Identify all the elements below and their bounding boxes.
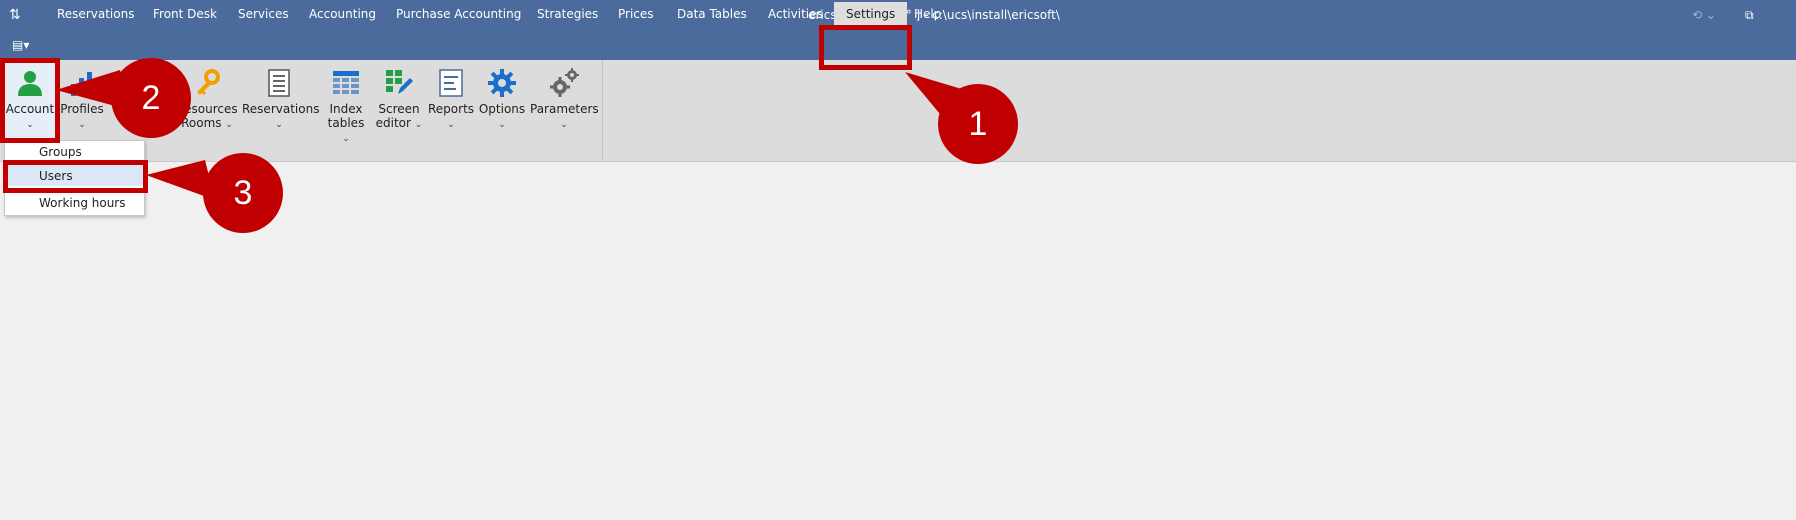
ribbon-divider: [602, 60, 603, 160]
chevron-down-icon: ⌄: [225, 120, 233, 130]
gears-icon: [550, 68, 579, 97]
editor-label: editor: [375, 116, 411, 130]
reservations-label: Reservations: [242, 102, 320, 116]
reports-label: Reports: [428, 102, 475, 116]
chevron-down-icon: ⌄: [342, 134, 350, 144]
profiles-button[interactable]: Profiles ⌄: [58, 60, 106, 132]
screen-label: Screen: [378, 102, 420, 116]
table-icon: [333, 71, 359, 94]
parameters-label: Parameters: [530, 102, 599, 116]
tab-data-tables[interactable]: Data Tables: [677, 5, 747, 28]
options-label: Options: [478, 102, 526, 116]
chevron-down-icon: ⌄: [414, 120, 423, 130]
tab-activities[interactable]: Activities: [768, 5, 823, 28]
tab-accounting[interactable]: Accounting: [309, 5, 376, 28]
tab-front-desk[interactable]: Front Desk: [153, 5, 217, 28]
users-item-outline: [3, 160, 148, 193]
tab-reservations[interactable]: Reservations: [57, 5, 134, 28]
options-button[interactable]: Options ⌄: [478, 60, 526, 132]
report-icon: [439, 69, 463, 97]
reports-button[interactable]: Reports ⌄: [428, 60, 474, 132]
parameters-button[interactable]: Parameters ⌄: [530, 60, 599, 132]
screen-editor-button[interactable]: Screen editor ⌄: [374, 60, 424, 132]
index-label: Index: [329, 102, 363, 116]
rooms-label: Rooms: [181, 116, 222, 130]
menu-item-groups[interactable]: Groups: [39, 145, 82, 159]
menu-item-working-hours[interactable]: Working hours: [39, 196, 126, 210]
chevron-down-icon: ⌄: [560, 120, 568, 130]
swap-icon[interactable]: ⟲ ⌄: [1692, 8, 1716, 22]
tab-help[interactable]: Help: [914, 5, 941, 28]
gear-icon: [488, 69, 516, 97]
chevron-down-icon: ⌄: [275, 120, 283, 130]
bar-chart-icon: [71, 72, 92, 96]
profiles-label: Profiles: [60, 102, 104, 116]
tab-strategies[interactable]: Strategies: [537, 5, 598, 28]
document-list-icon: [268, 69, 290, 97]
index-tables-button[interactable]: Index tables ⌄: [322, 60, 370, 146]
restore-icon[interactable]: ⧉: [1745, 8, 1754, 23]
callout-step-3: 3: [203, 153, 283, 233]
chevron-down-icon: ⌄: [498, 120, 506, 130]
account-button-highlight: [0, 58, 60, 143]
callout-step-2: 2: [111, 58, 191, 138]
tab-purchase-accounting[interactable]: Purchase Accounting: [396, 5, 521, 28]
tables-label: tables: [327, 116, 365, 130]
chevron-down-icon: ⌄: [447, 120, 455, 130]
chevron-down-icon: ⌄: [78, 120, 86, 130]
key-icon: [197, 69, 220, 95]
grid-edit-icon: [386, 70, 413, 94]
tab-services[interactable]: Services: [238, 5, 289, 28]
reservations-button[interactable]: Reservations ⌄: [242, 60, 320, 132]
callout-step-1: 1: [938, 84, 1018, 164]
document-menu-icon[interactable]: ▤▾: [12, 38, 29, 52]
tab-prices[interactable]: Prices: [618, 5, 654, 28]
settings-tab-highlight: [819, 25, 912, 70]
